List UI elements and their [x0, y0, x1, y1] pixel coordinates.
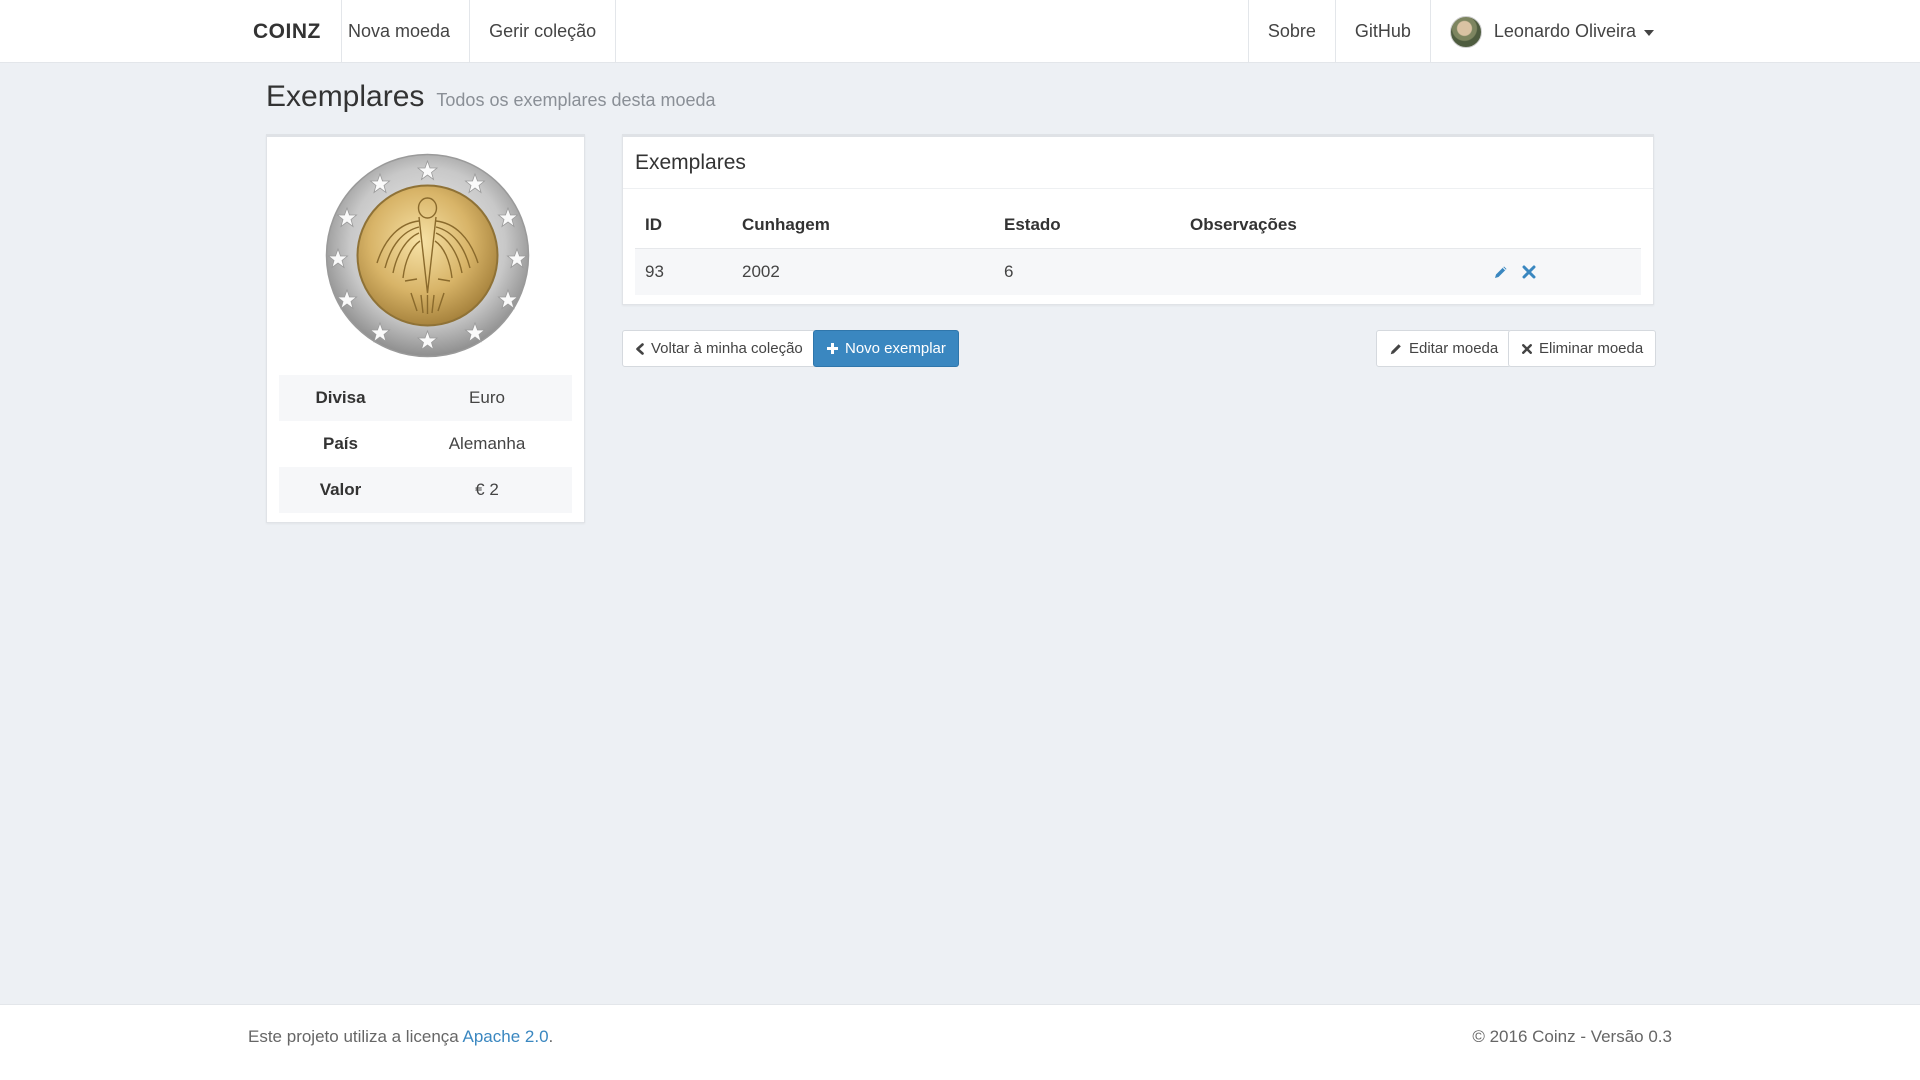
brand-logo[interactable]: COINZ	[233, 0, 342, 63]
edit-exemplar-pencil-icon[interactable]	[1493, 264, 1509, 280]
user-menu[interactable]: Leonardo Oliveira	[1429, 0, 1673, 63]
back-button-label: Voltar à minha coleção	[651, 340, 803, 357]
info-row-valor: Valor € 2	[279, 467, 572, 513]
table-header: ID Cunhagem Estado Observações	[635, 202, 1641, 249]
nav-sobre[interactable]: Sobre	[1247, 0, 1335, 63]
cell-estado: 6	[1004, 262, 1014, 281]
license-text: Este projeto utiliza a licença	[248, 1027, 463, 1046]
navbar-inner: COINZ Nova moeda Gerir coleção Sobre Git…	[233, 0, 1673, 63]
footer-copyright: © 2016 Coinz - Versão 0.3	[1472, 1027, 1672, 1046]
info-value: € 2	[475, 480, 499, 499]
user-name: Leonardo Oliveira	[1493, 21, 1636, 41]
new-exemplar-button[interactable]: Novo exemplar	[813, 330, 959, 367]
nav-nova-moeda[interactable]: Nova moeda	[329, 0, 471, 63]
col-header-observacoes: Observações	[1190, 215, 1297, 234]
edit-coin-label: Editar moeda	[1409, 340, 1499, 357]
avatar	[1449, 15, 1482, 48]
page-header: Exemplares Todos os exemplares desta moe…	[266, 80, 716, 114]
delete-exemplar-x-icon[interactable]	[1521, 264, 1537, 280]
license-link[interactable]: Apache 2.0	[463, 1027, 549, 1046]
back-to-collection-button[interactable]: Voltar à minha coleção	[622, 330, 816, 367]
page-title: Exemplares	[266, 80, 425, 113]
navbar: COINZ Nova moeda Gerir coleção Sobre Git…	[0, 0, 1920, 63]
exemplares-panel-title: Exemplares	[623, 137, 1653, 189]
cell-id: 93	[645, 262, 664, 281]
info-value: Alemanha	[448, 434, 526, 453]
page: COINZ Nova moeda Gerir coleção Sobre Git…	[0, 0, 1920, 1080]
new-exemplar-label: Novo exemplar	[845, 340, 946, 357]
col-header-id: ID	[645, 215, 662, 234]
footer-license: Este projeto utiliza a licença Apache 2.…	[248, 1027, 553, 1047]
coin-svg	[325, 153, 530, 358]
edit-coin-button[interactable]: Editar moeda	[1376, 330, 1512, 367]
info-label: País	[323, 434, 358, 453]
nav-gerir-colecao[interactable]: Gerir coleção	[470, 0, 617, 63]
table-row: 93 2002 6	[635, 249, 1641, 295]
plus-icon	[827, 343, 838, 354]
info-label: Divisa	[315, 388, 366, 407]
close-icon	[1522, 343, 1532, 354]
info-row-pais: País Alemanha	[279, 421, 572, 467]
col-header-cunhagem: Cunhagem	[742, 215, 830, 234]
footer: Este projeto utiliza a licença Apache 2.…	[0, 1004, 1920, 1080]
info-value: Euro	[469, 388, 505, 407]
page-subtitle: Todos os exemplares desta moeda	[436, 90, 716, 110]
info-label: Valor	[319, 480, 362, 499]
nav-right: Sobre GitHub Leonardo Oliveira	[1247, 0, 1673, 63]
col-header-estado: Estado	[1004, 215, 1061, 234]
euro-coin-image	[325, 153, 530, 358]
exemplares-table: ID Cunhagem Estado Observações 93 2002 6	[635, 202, 1641, 295]
cell-actions	[1483, 264, 1641, 280]
coin-info-table: Divisa Euro País Alemanha Valor € 2	[279, 375, 572, 513]
exemplares-panel: Exemplares ID Cunhagem Estado Observaçõe…	[622, 134, 1654, 305]
nav-github[interactable]: GitHub	[1334, 0, 1430, 63]
coin-card: Divisa Euro País Alemanha Valor € 2	[266, 134, 585, 523]
pencil-icon	[1390, 343, 1401, 354]
caret-down-icon	[1644, 29, 1654, 36]
chevron-left-icon	[636, 342, 644, 355]
info-row-divisa: Divisa Euro	[279, 375, 572, 421]
license-suffix: .	[548, 1027, 554, 1046]
delete-coin-label: Eliminar moeda	[1539, 340, 1644, 357]
nav-left: Nova moeda Gerir coleção	[329, 0, 617, 63]
cell-cunhagem: 2002	[742, 262, 780, 281]
delete-coin-button[interactable]: Eliminar moeda	[1508, 330, 1657, 367]
